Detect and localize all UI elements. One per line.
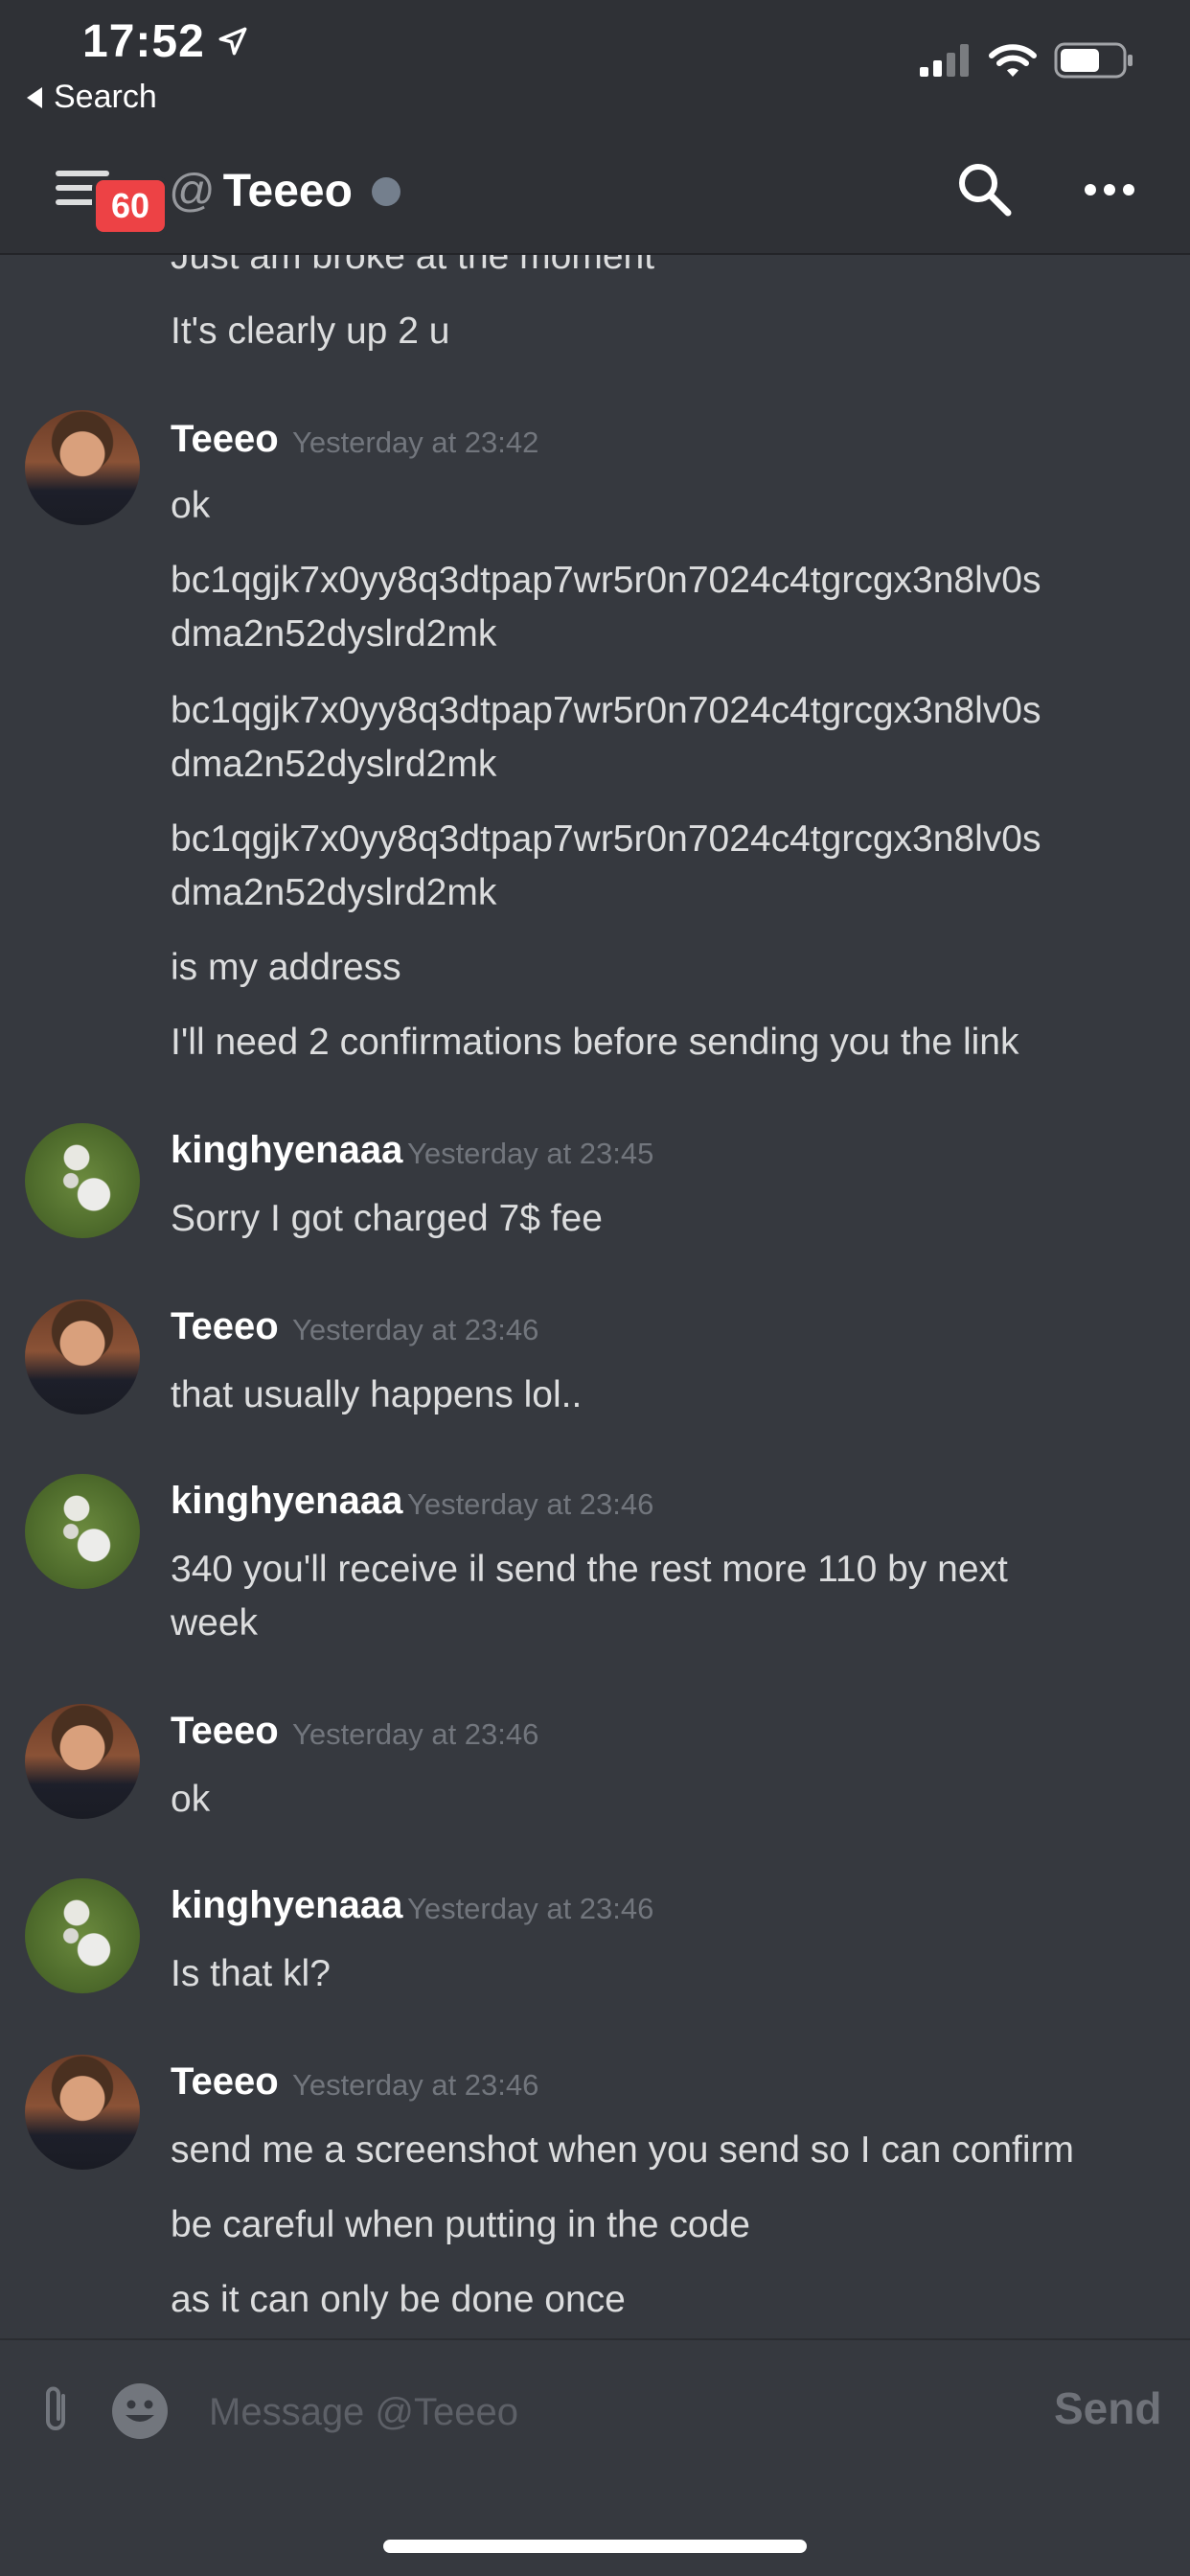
avatar-teeeo[interactable]: [25, 1300, 140, 1414]
message-text: ok: [171, 1779, 211, 1820]
status-indicators: [920, 42, 1134, 79]
message-text: I'll need 2 confirmations before sending…: [171, 1022, 1019, 1063]
message-author[interactable]: Teeeo: [171, 418, 279, 461]
avatar-teeeo[interactable]: [25, 1704, 140, 1819]
channel-name: Teeeo: [222, 166, 353, 217]
message-timestamp: Yesterday at 23:45: [407, 1137, 654, 1170]
app: Just am broke at the moment It's clearly…: [0, 0, 1190, 2576]
message-text: dma2n52dyslrd2mk: [171, 872, 497, 913]
status-time: 17:52: [82, 16, 205, 67]
message-text: be careful when putting in the code: [171, 2204, 750, 2245]
message-author[interactable]: kinghyenaaa: [171, 1884, 402, 1927]
at-sign: @: [169, 166, 216, 217]
message-text: dma2n52dyslrd2mk: [171, 613, 497, 655]
avatar-kinghyenaaa[interactable]: [25, 1123, 140, 1238]
message-author[interactable]: kinghyenaaa: [171, 1480, 402, 1523]
message-text: It's clearly up 2 u: [171, 310, 450, 352]
message-text: 340 you'll receive il send the rest more…: [171, 1549, 1008, 1590]
message-text: bc1qgjk7x0yy8q3dtpap7wr5r0n7024c4tgrcgx3…: [171, 818, 1041, 860]
home-indicator[interactable]: [383, 2540, 807, 2553]
top-bar: 17:52 Search 60 @ Teeeo: [0, 0, 1190, 255]
message-input[interactable]: [207, 2380, 1016, 2444]
message-text: ok: [171, 485, 211, 526]
avatar-teeeo[interactable]: [25, 410, 140, 525]
battery-icon: [1054, 42, 1133, 79]
back-to-search-button[interactable]: Search: [27, 79, 157, 116]
message-timestamp: Yesterday at 23:46: [292, 1313, 539, 1346]
unread-badge: 60: [92, 176, 169, 236]
message-author[interactable]: kinghyenaaa: [171, 1129, 402, 1172]
message-composer: Send: [0, 2338, 1190, 2576]
message-text: bc1qgjk7x0yy8q3dtpap7wr5r0n7024c4tgrcgx3…: [171, 690, 1041, 731]
message-text: bc1qgjk7x0yy8q3dtpap7wr5r0n7024c4tgrcgx3…: [171, 560, 1041, 601]
emoji-icon[interactable]: [111, 2382, 169, 2440]
message-text: that usually happens lol..: [171, 1374, 583, 1415]
location-arrow-icon: [218, 27, 247, 56]
message-author[interactable]: Teeeo: [171, 1305, 279, 1348]
back-label: Search: [54, 79, 157, 115]
message-text: is my address: [171, 947, 401, 988]
message-timestamp: Yesterday at 23:46: [292, 1717, 539, 1751]
message-text: week: [171, 1602, 259, 1644]
message-timestamp: Yesterday at 23:42: [292, 426, 539, 459]
message-timestamp: Yesterday at 23:46: [292, 2068, 539, 2102]
message-text: Is that kl?: [171, 1953, 331, 1994]
message-author[interactable]: Teeeo: [171, 1710, 279, 1753]
more-options-icon[interactable]: [1085, 184, 1134, 196]
send-button[interactable]: Send: [1054, 2382, 1161, 2434]
wifi-icon: [989, 44, 1037, 77]
channel-title: @ Teeeo: [169, 165, 400, 218]
message-timestamp: Yesterday at 23:46: [407, 1892, 654, 1925]
avatar-kinghyenaaa[interactable]: [25, 1878, 140, 1993]
status-dot-icon: [371, 176, 400, 206]
message-text: Sorry I got charged 7$ fee: [171, 1198, 603, 1239]
back-arrow-icon: [27, 86, 42, 108]
message-author[interactable]: Teeeo: [171, 2060, 279, 2104]
avatar-kinghyenaaa[interactable]: [25, 1474, 140, 1589]
cellular-signal-icon: [920, 44, 969, 77]
message-timestamp: Yesterday at 23:46: [407, 1487, 654, 1521]
message-text: as it can only be done once: [171, 2279, 626, 2320]
message-text: dma2n52dyslrd2mk: [171, 744, 497, 785]
search-icon[interactable]: [954, 159, 1016, 220]
paperclip-icon[interactable]: [36, 2382, 75, 2436]
message-text: send me a screenshot when you send so I …: [171, 2129, 1075, 2171]
avatar-teeeo[interactable]: [25, 2055, 140, 2170]
